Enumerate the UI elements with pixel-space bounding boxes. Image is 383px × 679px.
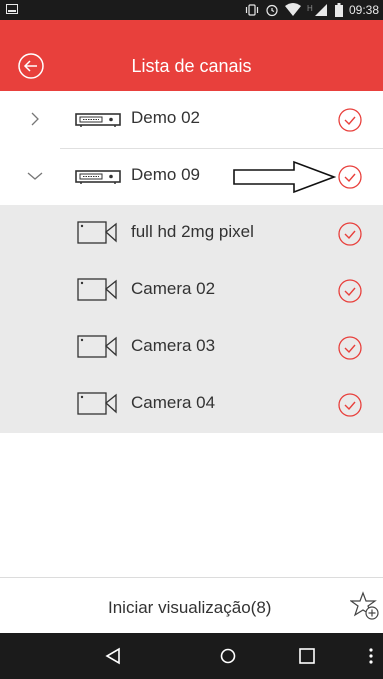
bottom-action-bar: Iniciar visualização(8) <box>0 577 383 634</box>
camera-icon <box>77 335 117 358</box>
device-label: Demo 09 <box>131 165 200 184</box>
signal-icon: H <box>307 4 327 16</box>
system-nav-bar <box>0 633 383 679</box>
dvr-icon <box>75 113 121 127</box>
channel-label: full hd 2mg pixel <box>131 222 254 241</box>
annotation-arrow <box>233 160 336 194</box>
start-viewing-button[interactable]: Iniciar visualização(8) <box>108 598 271 618</box>
svg-text:H: H <box>307 4 313 13</box>
star-add-icon[interactable] <box>350 591 380 621</box>
check-circle-icon[interactable] <box>338 279 362 303</box>
device-row[interactable]: Demo 09 <box>0 148 383 205</box>
alarm-icon <box>266 4 278 17</box>
status-time: 09:38 <box>348 3 379 17</box>
battery-icon <box>334 3 343 17</box>
channel-label: Camera 02 <box>131 279 216 298</box>
status-bar: H 09:38 <box>0 0 383 20</box>
page-title: Lista de canais <box>131 56 252 76</box>
dvr-icon <box>75 170 121 184</box>
check-circle-icon[interactable] <box>338 165 362 189</box>
channel-list: Demo 02 Demo 09 full hd 2mg pixel Camera… <box>0 91 383 433</box>
chevron-down-icon[interactable] <box>26 167 44 185</box>
notification-icon <box>6 4 18 14</box>
nav-recent-icon[interactable] <box>297 646 317 666</box>
nav-home-icon[interactable] <box>218 646 238 666</box>
device-row[interactable]: Demo 02 <box>0 91 383 148</box>
nav-back-icon[interactable] <box>103 646 123 666</box>
check-circle-icon[interactable] <box>338 222 362 246</box>
channel-row[interactable]: Camera 02 <box>0 262 383 319</box>
channel-row[interactable]: full hd 2mg pixel <box>0 205 383 262</box>
check-circle-icon[interactable] <box>338 393 362 417</box>
camera-icon <box>77 278 117 301</box>
channel-label: Camera 04 <box>131 393 216 412</box>
channel-row[interactable]: Camera 04 <box>0 376 383 433</box>
channel-label: Camera 03 <box>131 336 216 355</box>
camera-icon <box>77 221 117 244</box>
chevron-right-icon[interactable] <box>26 110 44 128</box>
app-bar: Lista de canais <box>0 20 383 91</box>
channel-row[interactable]: Camera 03 <box>0 319 383 376</box>
check-circle-icon[interactable] <box>338 336 362 360</box>
camera-icon <box>77 392 117 415</box>
vibrate-icon <box>245 4 259 16</box>
device-label: Demo 02 <box>131 108 200 127</box>
wifi-icon <box>284 3 301 16</box>
check-circle-icon[interactable] <box>338 108 362 132</box>
overflow-icon[interactable] <box>367 646 375 666</box>
